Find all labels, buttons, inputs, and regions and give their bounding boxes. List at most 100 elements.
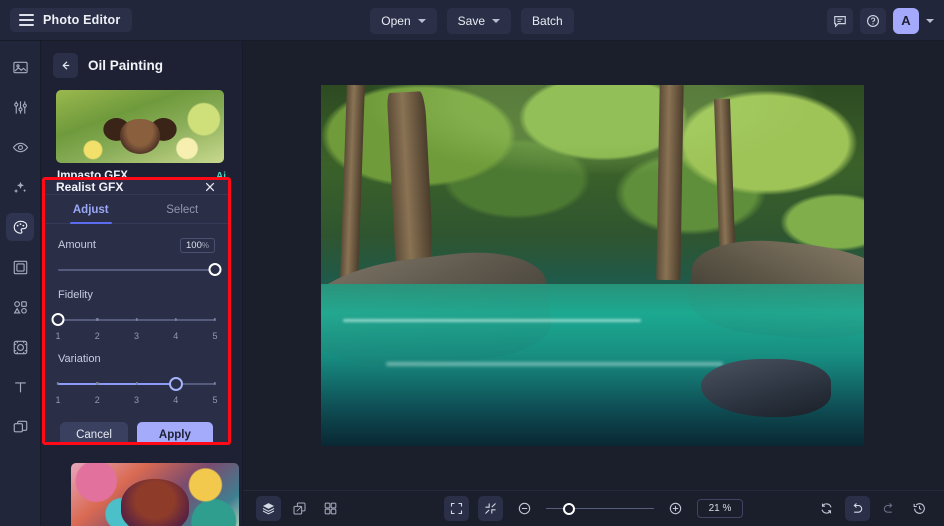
history-controls <box>814 496 932 521</box>
amount-label: Amount <box>58 239 96 251</box>
rail-item-adjust[interactable] <box>6 93 34 121</box>
redo-button[interactable] <box>876 496 901 521</box>
account-chevron-down-icon[interactable] <box>926 18 934 23</box>
zoom-slider-knob[interactable] <box>562 502 575 515</box>
comment-button[interactable] <box>827 7 853 34</box>
collapse-icon <box>485 503 496 514</box>
help-circle-icon <box>867 14 879 27</box>
canvas-stage[interactable] <box>243 41 944 490</box>
app-menu-button[interactable]: Photo Editor <box>10 8 133 32</box>
history-icon <box>913 503 925 514</box>
variation-label: Variation <box>58 353 101 365</box>
slider-tick-label: 5 <box>212 395 218 405</box>
shapes-icon <box>13 300 27 314</box>
dialog-highlight-border: Realist GFX Adjust Select Amount 100% Fi… <box>42 177 231 445</box>
help-button[interactable] <box>860 7 886 34</box>
close-icon <box>205 182 215 192</box>
effects-icon <box>13 340 27 354</box>
variation-control: Variation 1 2 3 4 5 <box>55 350 218 408</box>
bottom-left-tools <box>256 496 343 521</box>
tab-select[interactable]: Select <box>137 195 229 223</box>
variation-tick-labels: 1 2 3 4 5 <box>55 395 218 408</box>
amount-value-field[interactable]: 100% <box>180 237 215 253</box>
batch-button[interactable]: Batch <box>521 7 574 34</box>
reset-icon <box>821 503 832 514</box>
dialog-footer: Cancel Apply <box>45 414 228 442</box>
fidelity-label: Fidelity <box>58 289 93 301</box>
fidelity-slider[interactable] <box>51 310 217 330</box>
grid-icon <box>324 502 337 515</box>
transform-icon <box>293 502 306 515</box>
undo-button[interactable] <box>845 496 870 521</box>
open-button[interactable]: Open <box>370 7 437 34</box>
slider-tick-label: 2 <box>94 331 100 341</box>
dialog-tabs: Adjust Select <box>45 195 228 224</box>
apply-button[interactable]: Apply <box>136 422 213 442</box>
app-root: Photo Editor Open Save Batch A Oil Paint… <box>0 0 944 526</box>
layers-button[interactable] <box>256 496 281 521</box>
preset-card-oil-painting-1[interactable]: Oil Painting 1 Ai <box>71 463 239 526</box>
slider-tick-label: 1 <box>55 331 61 341</box>
panel-header: Oil Painting <box>41 41 242 86</box>
rail-item-shapes[interactable] <box>6 293 34 321</box>
zoom-in-button[interactable] <box>663 496 688 521</box>
bottom-toolbar: 21 % <box>243 490 944 526</box>
rail-item-preview[interactable] <box>6 133 34 161</box>
text-tool-icon <box>14 381 26 392</box>
cancel-button[interactable]: Cancel <box>60 422 128 442</box>
avatar[interactable]: A <box>893 7 919 34</box>
frame-crop-icon <box>13 260 27 274</box>
variation-slider-fill <box>58 383 176 385</box>
chevron-down-icon <box>492 18 501 23</box>
fit-screen-icon <box>450 502 463 515</box>
rail-item-image[interactable] <box>6 53 34 81</box>
rail-item-frame[interactable] <box>6 253 34 281</box>
slider-tick-label: 2 <box>94 395 100 405</box>
arrow-left-icon <box>62 61 70 70</box>
grid-button[interactable] <box>318 496 343 521</box>
history-button[interactable] <box>907 496 932 521</box>
transform-button[interactable] <box>287 496 312 521</box>
fit-screen-button[interactable] <box>444 496 469 521</box>
reset-button[interactable] <box>814 496 839 521</box>
rail-item-filters[interactable] <box>6 333 34 361</box>
realist-gfx-dialog: Realist GFX Adjust Select Amount 100% Fi… <box>45 180 228 442</box>
amount-slider-knob[interactable] <box>208 263 222 276</box>
open-label: Open <box>381 13 411 28</box>
preset-thumbnail <box>56 90 224 163</box>
fidelity-slider-knob[interactable] <box>51 313 65 326</box>
fidelity-control: Fidelity 1 2 3 4 5 <box>51 286 218 344</box>
zoom-slider[interactable] <box>546 501 654 517</box>
top-center-actions: Open Save Batch <box>0 0 944 41</box>
back-button[interactable] <box>53 53 78 78</box>
slider-tick-label: 5 <box>212 331 218 341</box>
top-toolbar: Photo Editor Open Save Batch A <box>0 0 944 41</box>
top-right-actions: A <box>827 0 934 41</box>
zoom-level-field[interactable]: 21 % <box>697 499 743 518</box>
tab-adjust[interactable]: Adjust <box>45 195 137 223</box>
save-button[interactable]: Save <box>446 7 512 34</box>
sparkles-icon <box>13 181 26 193</box>
rail-item-text[interactable] <box>6 373 34 401</box>
zoom-out-icon <box>518 502 531 515</box>
artboard[interactable] <box>321 85 864 446</box>
close-button[interactable] <box>203 180 217 194</box>
fidelity-tick-labels: 1 2 3 4 5 <box>55 331 218 344</box>
variation-slider-knob[interactable] <box>168 376 183 391</box>
slider-tick-label: 1 <box>55 395 61 405</box>
collapse-button[interactable] <box>478 496 503 521</box>
rail-item-magic[interactable] <box>6 173 34 201</box>
comment-icon <box>834 15 846 28</box>
redo-icon <box>883 503 893 513</box>
rail-item-effects-palette[interactable] <box>6 213 34 241</box>
rail-item-layers[interactable] <box>6 413 34 441</box>
variation-slider[interactable] <box>56 374 217 394</box>
eye-icon <box>12 142 28 152</box>
amount-slider[interactable] <box>58 260 222 280</box>
zoom-out-button[interactable] <box>512 496 537 521</box>
tool-rail <box>0 41 41 526</box>
amount-slider-track <box>58 269 215 271</box>
preset-card-impasto[interactable]: Impasto GFX Ai <box>56 90 227 182</box>
undo-icon <box>853 503 863 513</box>
palette-icon <box>13 220 27 234</box>
